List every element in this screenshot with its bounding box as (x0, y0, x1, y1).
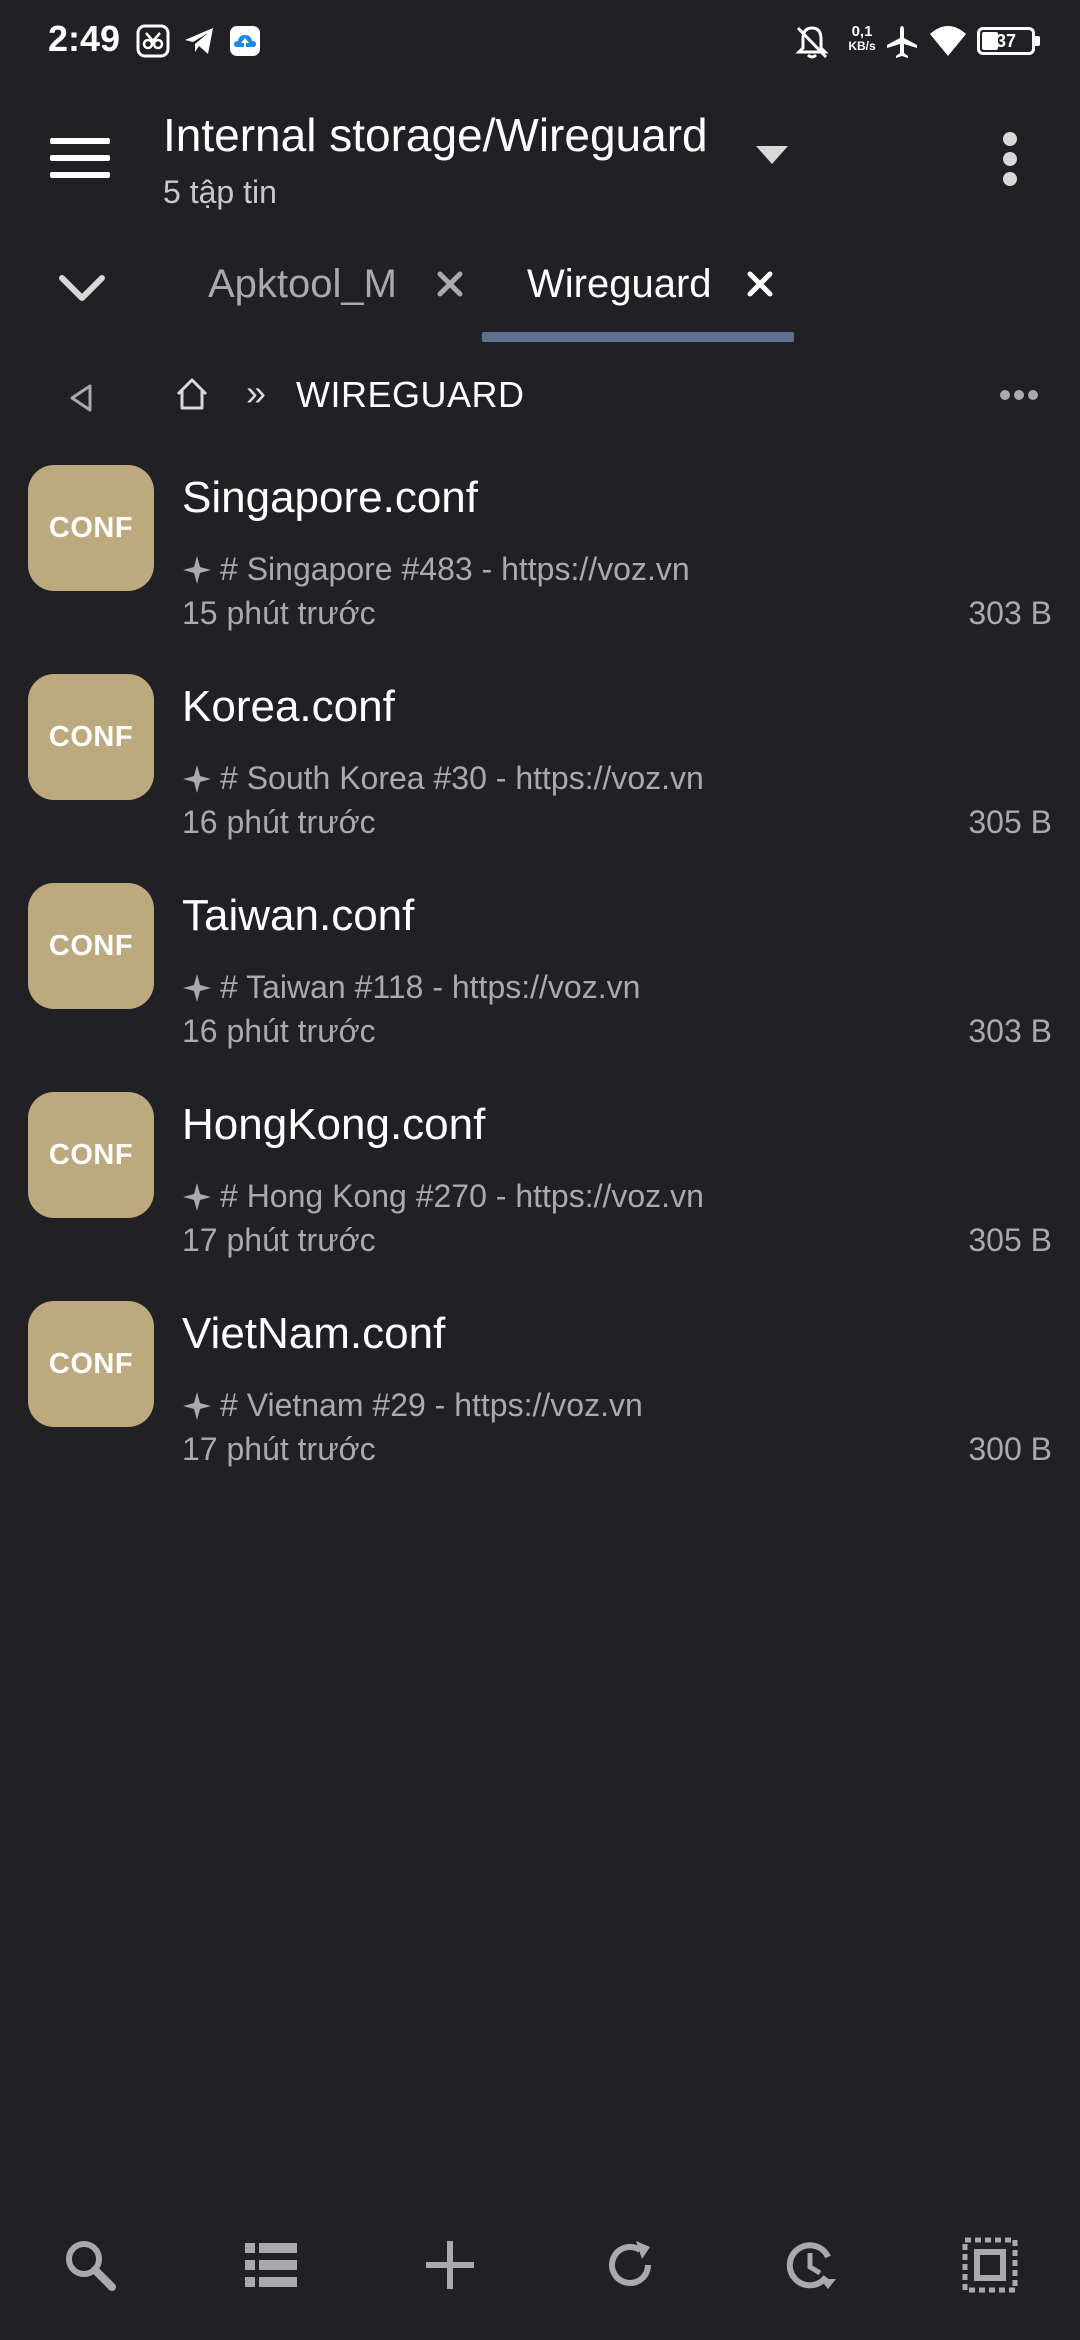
file-description: # South Korea #30 - https://voz.vn (182, 760, 704, 797)
file-list: CONF Singapore.conf # Singapore #483 - h… (0, 455, 1080, 1500)
conf-file-icon: CONF (28, 883, 154, 1009)
sparkle-icon (183, 1182, 211, 1211)
search-button[interactable] (45, 2220, 135, 2310)
file-name: VietNam.conf (182, 1309, 446, 1358)
file-size: 305 B (968, 804, 1052, 840)
file-row[interactable]: CONF VietNam.conf # Vietnam #29 - https:… (0, 1291, 1080, 1500)
list-view-button[interactable] (226, 2220, 316, 2310)
file-modified-time: 15 phút trước (182, 595, 376, 631)
file-description: # Vietnam #29 - https://voz.vn (182, 1387, 643, 1424)
file-name: Taiwan.conf (182, 891, 415, 940)
telegram-icon (182, 24, 216, 58)
tab-label: Apktool_M (208, 262, 397, 306)
history-icon (786, 2242, 836, 2289)
conf-file-icon: CONF (28, 674, 154, 800)
network-speed-unit: KB/s (848, 39, 876, 53)
file-row[interactable]: CONF Korea.conf # South Korea #30 - http… (0, 664, 1080, 873)
breadcrumb-more-icon[interactable] (998, 388, 1040, 402)
status-icons: 0,1 KB/s 37 (780, 0, 1080, 84)
tab-label: Wireguard (527, 262, 712, 306)
file-row[interactable]: CONF HongKong.conf # Hong Kong #270 - ht… (0, 1082, 1080, 1291)
file-description-text: # Taiwan #118 - https://voz.vn (220, 969, 641, 1005)
home-icon[interactable] (172, 374, 212, 414)
file-size: 303 B (968, 1013, 1052, 1049)
file-description-text: # Vietnam #29 - https://voz.vn (220, 1387, 643, 1423)
screenshot-app-icon (136, 24, 170, 58)
file-count: 5 tập tin (163, 174, 277, 210)
plus-icon (426, 2241, 474, 2289)
file-description: # Hong Kong #270 - https://voz.vn (182, 1178, 704, 1215)
wifi-icon (930, 26, 966, 56)
file-modified-time: 16 phút trước (182, 1013, 376, 1049)
airplane-mode-icon (887, 26, 917, 58)
bottom-toolbar (0, 2220, 1080, 2310)
battery-level: 37 (995, 31, 1017, 51)
refresh-button[interactable] (585, 2220, 675, 2310)
network-speed-value: 0,1 (851, 23, 873, 40)
file-description: # Taiwan #118 - https://voz.vn (182, 969, 640, 1006)
tab-apktool[interactable]: Apktool_M (180, 248, 480, 340)
navigation-menu-button[interactable] (38, 122, 122, 194)
file-row[interactable]: CONF Taiwan.conf # Taiwan #118 - https:/… (0, 873, 1080, 1082)
file-name: HongKong.conf (182, 1100, 486, 1149)
list-view-icon (245, 2243, 297, 2287)
conf-file-icon: CONF (28, 1092, 154, 1218)
close-tab-icon[interactable] (430, 264, 470, 304)
cloud-app-icon (228, 24, 262, 58)
mute-bell-icon (795, 26, 829, 59)
battery-icon: 37 (977, 27, 1040, 55)
more-options-button[interactable] (985, 124, 1035, 194)
path-dropdown-icon[interactable] (752, 140, 792, 170)
tab-wireguard[interactable]: Wireguard (482, 248, 794, 340)
file-size: 300 B (968, 1431, 1052, 1467)
file-name: Singapore.conf (182, 473, 478, 522)
file-modified-time: 17 phút trước (182, 1222, 376, 1258)
file-name: Korea.conf (182, 682, 395, 731)
file-description: # Singapore #483 - https://voz.vn (182, 551, 690, 588)
file-description-text: # Hong Kong #270 - https://voz.vn (220, 1178, 704, 1214)
history-button[interactable] (765, 2220, 855, 2310)
sparkle-icon (183, 555, 211, 584)
file-description-text: # South Korea #30 - https://voz.vn (220, 760, 704, 796)
file-modified-time: 16 phút trước (182, 804, 376, 840)
conf-file-icon: CONF (28, 1301, 154, 1427)
sparkle-icon (183, 764, 211, 793)
file-size: 305 B (968, 1222, 1052, 1258)
status-time: 2:49 (48, 18, 121, 59)
active-tab-indicator (482, 332, 794, 342)
select-all-button[interactable] (945, 2220, 1035, 2310)
file-description-text: # Singapore #483 - https://voz.vn (220, 551, 690, 587)
status-bar: 2:49 0,1 KB/s 37 (0, 0, 1080, 84)
sparkle-icon (183, 973, 211, 1002)
breadcrumb-separator: » (246, 372, 267, 413)
tabs-collapse-icon[interactable] (52, 268, 112, 308)
close-tab-icon[interactable] (740, 264, 780, 304)
file-row[interactable]: CONF Singapore.conf # Singapore #483 - h… (0, 455, 1080, 664)
sparkle-icon (183, 1391, 211, 1420)
file-manager-screen: 2:49 0,1 KB/s 37 Internal storage/Wiregu… (0, 0, 1080, 2340)
back-arrow-icon[interactable] (64, 380, 100, 416)
conf-file-icon: CONF (28, 465, 154, 591)
file-size: 303 B (968, 595, 1052, 631)
search-icon (66, 2241, 116, 2291)
network-speed: 0,1 KB/s (842, 24, 882, 54)
file-modified-time: 17 phút trước (182, 1431, 376, 1467)
breadcrumb-current-folder[interactable]: WIREGUARD (296, 374, 525, 416)
select-all-icon (962, 2237, 1018, 2293)
refresh-icon (609, 2241, 651, 2286)
add-button[interactable] (405, 2220, 495, 2310)
current-path-title[interactable]: Internal storage/Wireguard (163, 108, 708, 162)
